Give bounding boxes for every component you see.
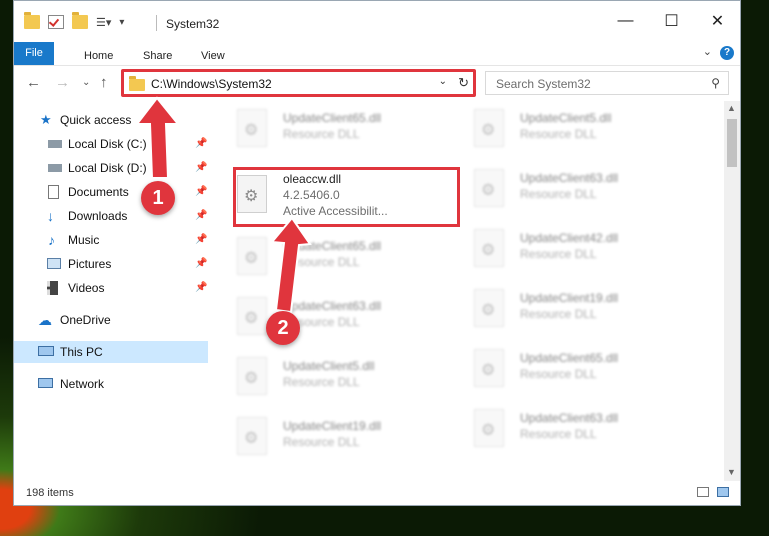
step-1-badge: 1 [141, 181, 175, 215]
arrow-1 [134, 96, 181, 179]
arrow-2 [270, 216, 312, 314]
step-2-badge: 2 [266, 311, 300, 345]
annotation-arrows [134, 96, 312, 314]
